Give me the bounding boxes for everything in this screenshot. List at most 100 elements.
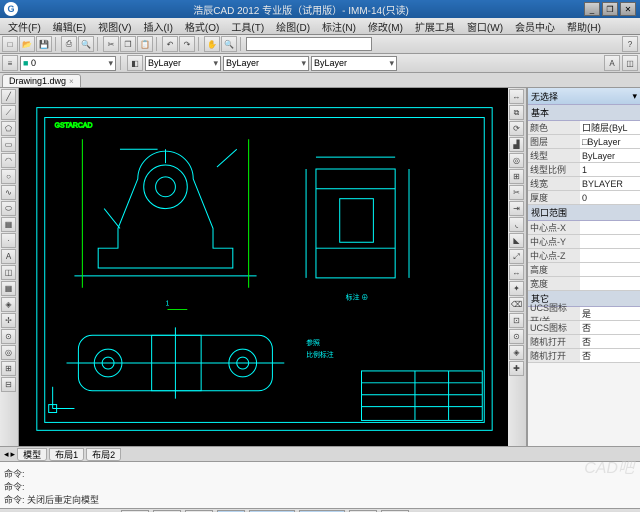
layout-tabs: ◂ ▸ 模型 布局1 布局2: [0, 446, 640, 461]
line-icon[interactable]: ╱: [1, 89, 16, 104]
close-button[interactable]: ✕: [620, 2, 636, 16]
svg-text:比例标注: 比例标注: [306, 350, 334, 359]
stretch-icon[interactable]: ↔: [509, 265, 524, 280]
hatch-icon[interactable]: ▦: [1, 217, 16, 232]
t5-icon[interactable]: ⊟: [1, 377, 16, 392]
rect-icon[interactable]: ▭: [1, 137, 16, 152]
maximize-button[interactable]: ❐: [602, 2, 618, 16]
undo-icon[interactable]: ↶: [162, 36, 178, 52]
polyline-icon[interactable]: ⟋: [1, 105, 16, 120]
move-icon[interactable]: ↔: [509, 89, 524, 104]
m3-icon[interactable]: ◈: [509, 345, 524, 360]
preview-icon[interactable]: 🔍: [78, 36, 94, 52]
save-icon[interactable]: 💾: [36, 36, 52, 52]
m2-icon[interactable]: ⊙: [509, 329, 524, 344]
mirror-icon[interactable]: ▟: [509, 137, 524, 152]
copy2-icon[interactable]: ⧉: [509, 105, 524, 120]
point-icon[interactable]: ·: [1, 233, 16, 248]
linetype-combo[interactable]: ByLayer: [223, 56, 309, 71]
polygon-icon[interactable]: ⬠: [1, 121, 16, 136]
document-tabs: Drawing1.dwg×: [0, 73, 640, 88]
menu-tools[interactable]: 工具(T): [225, 18, 270, 34]
table-icon[interactable]: ▦: [1, 281, 16, 296]
m1-icon[interactable]: ⊡: [509, 313, 524, 328]
tool-a-icon[interactable]: A: [604, 55, 620, 71]
menu-bar: 文件(F) 编辑(E) 视图(V) 插入(I) 格式(O) 工具(T) 绘图(D…: [0, 18, 640, 35]
menu-file[interactable]: 文件(F): [2, 18, 47, 34]
menu-draw[interactable]: 绘图(D): [270, 18, 316, 34]
menu-modify[interactable]: 修改(M): [362, 18, 409, 34]
standard-toolbar: □ 📂 💾 ⎙ 🔍 ✂ ❐ 📋 ↶ ↷ ✋ 🔍 ?: [0, 35, 640, 54]
t3-icon[interactable]: ◎: [1, 345, 16, 360]
t1-icon[interactable]: ✢: [1, 313, 16, 328]
block-icon[interactable]: ◫: [1, 265, 16, 280]
menu-dim[interactable]: 标注(N): [316, 18, 362, 34]
minimize-button[interactable]: _: [584, 2, 600, 16]
tab-layout2[interactable]: 布局2: [86, 448, 121, 461]
chamfer-icon[interactable]: ◣: [509, 233, 524, 248]
cmd-history-2: 命令:: [4, 480, 636, 493]
tab-nav-left-icon[interactable]: ◂: [4, 449, 9, 460]
title-bar: G 浩辰CAD 2012 专业版（试用版）- IMM-14(只读) _ ❐ ✕: [0, 0, 640, 18]
tab-model[interactable]: 模型: [17, 448, 47, 461]
menu-member[interactable]: 会员中心: [509, 18, 561, 34]
trim-icon[interactable]: ✂: [509, 185, 524, 200]
lineweight-combo[interactable]: ByLayer: [311, 56, 397, 71]
layer-combo[interactable]: ■ 0: [20, 56, 116, 71]
zoom-icon[interactable]: 🔍: [221, 36, 237, 52]
cut-icon[interactable]: ✂: [103, 36, 119, 52]
svg-text:GSTARCAD: GSTARCAD: [55, 122, 93, 129]
new-icon[interactable]: □: [2, 36, 18, 52]
offset-icon[interactable]: ◎: [509, 153, 524, 168]
copy-icon[interactable]: ❐: [120, 36, 136, 52]
scale-icon[interactable]: ⤢: [509, 249, 524, 264]
menu-insert[interactable]: 插入(I): [137, 18, 178, 34]
arc-icon[interactable]: ◠: [1, 153, 16, 168]
rotate-icon[interactable]: ⟳: [509, 121, 524, 136]
explode-icon[interactable]: ✦: [509, 281, 524, 296]
pan-icon[interactable]: ✋: [204, 36, 220, 52]
prop-blank: [528, 363, 640, 446]
cad-drawing: 标注 ⊕ 1 参照 比例标注: [19, 88, 508, 446]
menu-window[interactable]: 窗口(W): [461, 18, 509, 34]
circle-icon[interactable]: ○: [1, 169, 16, 184]
drawing-canvas[interactable]: 标注 ⊕ 1 参照 比例标注: [19, 88, 508, 446]
menu-ext[interactable]: 扩展工具: [409, 18, 461, 34]
spline-icon[interactable]: ∿: [1, 185, 16, 200]
prop-sec-basic[interactable]: 基本: [528, 105, 640, 121]
prop-header[interactable]: 无选择: [528, 88, 640, 105]
paste-icon[interactable]: 📋: [137, 36, 153, 52]
layer-manager-icon[interactable]: ≡: [2, 55, 18, 71]
command-line[interactable]: 命令: 命令: 命令: 关闭后重定向模型: [0, 461, 640, 508]
fillet-icon[interactable]: ◟: [509, 217, 524, 232]
tab-layout1[interactable]: 布局1: [49, 448, 84, 461]
prop-sec-view[interactable]: 视口范围: [528, 205, 640, 221]
erase-icon[interactable]: ⌫: [509, 297, 524, 312]
print-icon[interactable]: ⎙: [61, 36, 77, 52]
menu-edit[interactable]: 编辑(E): [47, 18, 92, 34]
ellipse-icon[interactable]: ⬭: [1, 201, 16, 216]
text-icon[interactable]: A: [1, 249, 16, 264]
m4-icon[interactable]: ✚: [509, 361, 524, 376]
extend-icon[interactable]: ⇥: [509, 201, 524, 216]
tab-nav-right-icon[interactable]: ▸: [11, 449, 16, 460]
properties-panel: 无选择 基本 颜色口随层(ByL 图层□ByLayer 线型ByLayer 线型…: [527, 88, 640, 446]
region-icon[interactable]: ◈: [1, 297, 16, 312]
svg-text:参照: 参照: [306, 338, 320, 347]
tool-b-icon[interactable]: ◫: [622, 55, 638, 71]
color-combo[interactable]: ByLayer: [145, 56, 221, 71]
help-icon[interactable]: ?: [622, 36, 638, 52]
doc-tab[interactable]: Drawing1.dwg×: [2, 74, 81, 87]
cmd-prompt: 命令: 关闭后重定向模型: [4, 493, 636, 506]
color-icon[interactable]: ◧: [127, 55, 143, 71]
t2-icon[interactable]: ⊙: [1, 329, 16, 344]
t4-icon[interactable]: ⊞: [1, 361, 16, 376]
command-search[interactable]: [246, 37, 372, 51]
menu-view[interactable]: 视图(V): [92, 18, 137, 34]
redo-icon[interactable]: ↷: [179, 36, 195, 52]
menu-format[interactable]: 格式(O): [179, 18, 225, 34]
menu-help[interactable]: 帮助(H): [561, 18, 607, 34]
open-icon[interactable]: 📂: [19, 36, 35, 52]
array-icon[interactable]: ⊞: [509, 169, 524, 184]
close-tab-icon[interactable]: ×: [69, 77, 74, 86]
